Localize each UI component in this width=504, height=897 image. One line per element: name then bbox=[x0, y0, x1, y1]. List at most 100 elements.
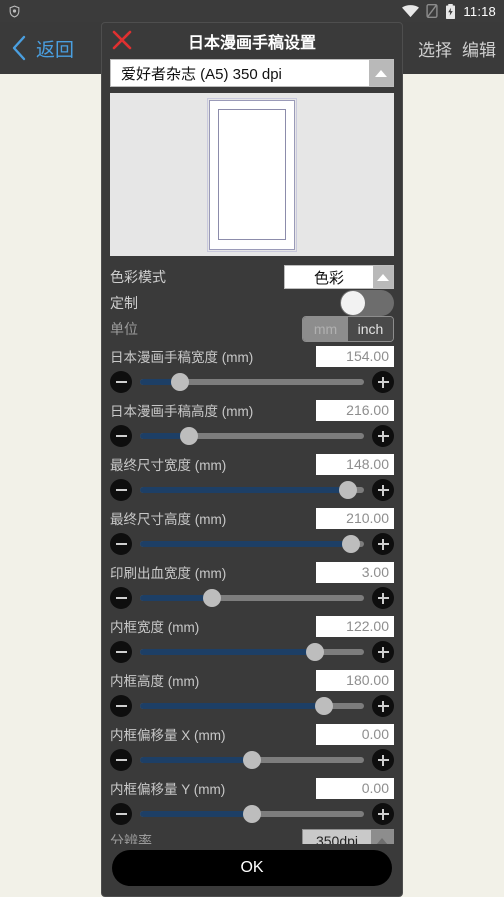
slider-label: 最终尺寸高度 (mm) bbox=[110, 512, 227, 527]
custom-toggle[interactable] bbox=[340, 290, 394, 316]
slider-track[interactable] bbox=[140, 589, 364, 607]
minus-icon[interactable] bbox=[110, 479, 132, 501]
minus-icon[interactable] bbox=[110, 695, 132, 717]
slider-field-row: 印刷出血宽度 (mm) 3.00 bbox=[110, 560, 394, 584]
caret-up-icon[interactable] bbox=[371, 830, 393, 844]
slider-track[interactable] bbox=[140, 643, 364, 661]
custom-label: 定制 bbox=[110, 295, 138, 311]
slider-value-input[interactable]: 122.00 bbox=[316, 615, 394, 637]
minus-icon[interactable] bbox=[110, 641, 132, 663]
minus-icon[interactable] bbox=[110, 425, 132, 447]
slider-row bbox=[110, 368, 394, 396]
slider-thumb[interactable] bbox=[314, 697, 333, 715]
plus-icon[interactable] bbox=[372, 587, 394, 609]
dialog-header: 日本漫画手稿设置 bbox=[102, 23, 402, 57]
slider-thumb[interactable] bbox=[171, 373, 190, 391]
color-mode-row: 色彩模式 色彩 bbox=[110, 264, 394, 290]
slider-label: 内框宽度 (mm) bbox=[110, 620, 200, 635]
slider-label: 日本漫画手稿宽度 (mm) bbox=[110, 350, 254, 365]
slider-fill bbox=[140, 811, 252, 817]
slider-track[interactable] bbox=[140, 427, 364, 445]
slider-thumb[interactable] bbox=[243, 805, 261, 823]
slider-row bbox=[110, 530, 394, 558]
slider-fill bbox=[140, 541, 351, 547]
slider-value-input[interactable]: 148.00 bbox=[316, 453, 394, 475]
page-preview bbox=[110, 93, 394, 256]
caret-up-icon[interactable] bbox=[369, 60, 393, 86]
plus-icon[interactable] bbox=[372, 479, 394, 501]
slider-value-input[interactable]: 216.00 bbox=[316, 399, 394, 421]
unit-row: 单位 mm inch bbox=[110, 316, 394, 342]
slider-track[interactable] bbox=[140, 697, 364, 715]
ok-button[interactable]: OK bbox=[112, 850, 392, 886]
slider-thumb[interactable] bbox=[243, 751, 261, 769]
slider-row bbox=[110, 638, 394, 666]
preset-select[interactable]: 爱好者杂志 (A5) 350 dpi bbox=[110, 59, 394, 87]
custom-row: 定制 bbox=[110, 290, 394, 316]
color-mode-label: 色彩模式 bbox=[110, 269, 166, 285]
slider-label: 内框偏移量 X (mm) bbox=[110, 728, 226, 743]
slider-value-input[interactable]: 154.00 bbox=[316, 345, 394, 367]
unit-segmented-control[interactable]: mm inch bbox=[302, 316, 394, 342]
minus-icon[interactable] bbox=[110, 587, 132, 609]
minus-icon[interactable] bbox=[110, 371, 132, 393]
slider-thumb[interactable] bbox=[305, 643, 324, 661]
slider-value-input[interactable]: 3.00 bbox=[316, 561, 394, 583]
resolution-select[interactable]: 350dpi bbox=[302, 829, 394, 844]
slider-value-input[interactable]: 210.00 bbox=[316, 507, 394, 529]
slider-value-input[interactable]: 0.00 bbox=[316, 723, 394, 745]
minus-icon[interactable] bbox=[110, 533, 132, 555]
slider-label: 印刷出血宽度 (mm) bbox=[110, 566, 227, 581]
unit-label: 单位 bbox=[110, 321, 138, 337]
minus-icon[interactable] bbox=[110, 749, 132, 771]
slider-track[interactable] bbox=[140, 535, 364, 553]
slider-group: 日本漫画手稿高度 (mm) 216.00 bbox=[110, 398, 394, 450]
minus-icon[interactable] bbox=[110, 803, 132, 825]
plus-icon[interactable] bbox=[372, 695, 394, 717]
slider-row bbox=[110, 476, 394, 504]
resolution-label: 分辨率 bbox=[110, 833, 152, 844]
dialog-title: 日本漫画手稿设置 bbox=[187, 35, 316, 52]
color-mode-select[interactable]: 色彩 bbox=[284, 265, 394, 289]
resolution-row: 分辨率 350dpi bbox=[110, 828, 394, 844]
toggle-knob bbox=[341, 291, 365, 315]
caret-up-icon[interactable] bbox=[373, 266, 393, 288]
unit-option-inch[interactable]: inch bbox=[348, 317, 393, 341]
slider-row bbox=[110, 584, 394, 612]
slider-track[interactable] bbox=[140, 373, 364, 391]
slider-value-input[interactable]: 180.00 bbox=[316, 669, 394, 691]
slider-row bbox=[110, 746, 394, 774]
plus-icon[interactable] bbox=[372, 803, 394, 825]
slider-group: 内框高度 (mm) 180.00 bbox=[110, 668, 394, 720]
slider-row bbox=[110, 692, 394, 720]
slider-track[interactable] bbox=[140, 805, 364, 823]
slider-group: 最终尺寸高度 (mm) 210.00 bbox=[110, 506, 394, 558]
plus-icon[interactable] bbox=[372, 425, 394, 447]
slider-value-input[interactable]: 0.00 bbox=[316, 777, 394, 799]
slider-track[interactable] bbox=[140, 751, 364, 769]
slider-row bbox=[110, 800, 394, 828]
preview-inner-frame bbox=[218, 109, 286, 240]
slider-field-row: 最终尺寸高度 (mm) 210.00 bbox=[110, 506, 394, 530]
slider-label: 内框偏移量 Y (mm) bbox=[110, 782, 226, 797]
slider-track[interactable] bbox=[140, 481, 364, 499]
slider-group: 最终尺寸宽度 (mm) 148.00 bbox=[110, 452, 394, 504]
plus-icon[interactable] bbox=[372, 641, 394, 663]
plus-icon[interactable] bbox=[372, 371, 394, 393]
slider-fill bbox=[140, 487, 349, 493]
slider-list: 日本漫画手稿宽度 (mm) 154.00 日本漫画手稿高度 (mm) 216.00 最终… bbox=[110, 344, 394, 828]
dialog-body: 爱好者杂志 (A5) 350 dpi 色彩模式 色彩 定制 单位 mm inch… bbox=[102, 57, 402, 844]
slider-thumb[interactable] bbox=[341, 535, 360, 553]
slider-label: 最终尺寸宽度 (mm) bbox=[110, 458, 227, 473]
slider-field-row: 内框偏移量 X (mm) 0.00 bbox=[110, 722, 394, 746]
slider-thumb[interactable] bbox=[202, 589, 221, 607]
slider-thumb[interactable] bbox=[180, 427, 199, 445]
slider-field-row: 内框偏移量 Y (mm) 0.00 bbox=[110, 776, 394, 800]
slider-thumb[interactable] bbox=[339, 481, 358, 499]
slider-field-row: 内框宽度 (mm) 122.00 bbox=[110, 614, 394, 638]
resolution-value: 350dpi bbox=[303, 830, 371, 844]
plus-icon[interactable] bbox=[372, 533, 394, 555]
manga-manuscript-settings-dialog: 日本漫画手稿设置 爱好者杂志 (A5) 350 dpi 色彩模式 色彩 定制 单… bbox=[101, 22, 403, 897]
plus-icon[interactable] bbox=[372, 749, 394, 771]
unit-option-mm[interactable]: mm bbox=[303, 317, 348, 341]
